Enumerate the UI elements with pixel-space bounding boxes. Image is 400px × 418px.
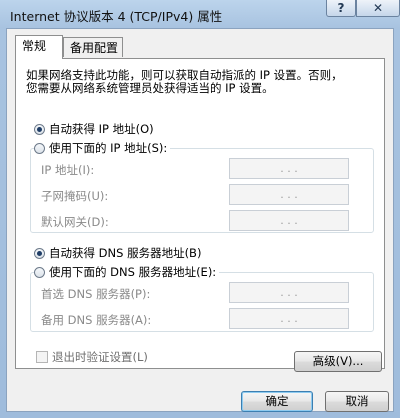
checkbox-unchecked-icon bbox=[36, 351, 48, 363]
manual-dns-radio[interactable]: 使用下面的 DNS 服务器地址(E): bbox=[34, 264, 220, 280]
alternate-dns-input[interactable]: . . . bbox=[229, 308, 349, 329]
dialog-client-area: 常规 备用配置 如果网络支持此功能，则可以获取自动指派的 IP 设置。否则， 您… bbox=[6, 28, 394, 412]
auto-ip-label: 自动获得 IP 地址(O) bbox=[49, 122, 154, 136]
preferred-dns-value: . . . bbox=[280, 286, 298, 299]
default-gateway-value: . . . bbox=[280, 214, 298, 227]
radio-unselected-icon bbox=[34, 267, 45, 278]
manual-ip-label: 使用下面的 IP 地址(S): bbox=[49, 141, 168, 155]
alternate-dns-value: . . . bbox=[280, 312, 298, 325]
tab-alternate-configuration[interactable]: 备用配置 bbox=[63, 37, 123, 57]
tcpip-properties-dialog: Internet 协议版本 4 (TCP/IPv4) 属性 ? ✕ 常规 备用配… bbox=[0, 0, 400, 418]
ip-address-input[interactable]: . . . bbox=[229, 158, 349, 179]
default-gateway-input[interactable]: . . . bbox=[229, 210, 349, 231]
tab-general[interactable]: 常规 bbox=[15, 35, 63, 59]
preferred-dns-input[interactable]: . . . bbox=[229, 282, 349, 303]
advanced-button[interactable]: 高级(V)... bbox=[294, 351, 382, 372]
ok-button[interactable]: 确定 bbox=[241, 391, 313, 412]
description-text: 如果网络支持此功能，则可以获取自动指派的 IP 设置。否则， 您需要从网络系统管… bbox=[26, 69, 376, 95]
radio-unselected-icon bbox=[34, 143, 45, 154]
auto-dns-radio[interactable]: 自动获得 DNS 服务器地址(B) bbox=[34, 245, 205, 261]
auto-dns-label: 自动获得 DNS 服务器地址(B) bbox=[49, 246, 202, 260]
description-line-2: 您需要从网络系统管理员处获得适当的 IP 设置。 bbox=[26, 81, 274, 95]
default-gateway-label: 默认网关(D): bbox=[41, 215, 109, 229]
ip-address-value: . . . bbox=[280, 162, 298, 175]
title-bar[interactable]: Internet 协议版本 4 (TCP/IPv4) 属性 ? ✕ bbox=[0, 0, 400, 28]
subnet-mask-value: . . . bbox=[280, 188, 298, 201]
validate-on-exit-label: 退出时验证设置(L) bbox=[52, 350, 148, 364]
cancel-button[interactable]: 取消 bbox=[325, 391, 389, 412]
preferred-dns-label: 首选 DNS 服务器(P): bbox=[41, 287, 151, 301]
subnet-mask-label: 子网掩码(U): bbox=[41, 189, 109, 203]
close-button[interactable]: ✕ bbox=[356, 0, 400, 17]
auto-ip-radio[interactable]: 自动获得 IP 地址(O) bbox=[34, 121, 157, 137]
manual-ip-radio[interactable]: 使用下面的 IP 地址(S): bbox=[34, 140, 171, 156]
manual-dns-label: 使用下面的 DNS 服务器地址(E): bbox=[49, 265, 217, 279]
validate-on-exit-checkbox[interactable]: 退出时验证设置(L) bbox=[36, 349, 148, 365]
subnet-mask-input[interactable]: . . . bbox=[229, 184, 349, 205]
help-button[interactable]: ? bbox=[326, 0, 356, 17]
ip-address-group: IP 地址(I): . . . 子网掩码(U): . . . 默认网关(D): … bbox=[30, 148, 374, 233]
dns-server-group: 首选 DNS 服务器(P): . . . 备用 DNS 服务器(A): . . … bbox=[30, 272, 374, 332]
alternate-dns-label: 备用 DNS 服务器(A): bbox=[41, 313, 152, 327]
radio-selected-icon bbox=[34, 124, 45, 135]
ip-address-label: IP 地址(I): bbox=[41, 163, 95, 177]
window-title: Internet 协议版本 4 (TCP/IPv4) 属性 bbox=[10, 9, 223, 24]
general-tab-panel: 如果网络支持此功能，则可以获取自动指派的 IP 设置。否则， 您需要从网络系统管… bbox=[15, 58, 385, 369]
radio-selected-icon bbox=[34, 248, 45, 259]
